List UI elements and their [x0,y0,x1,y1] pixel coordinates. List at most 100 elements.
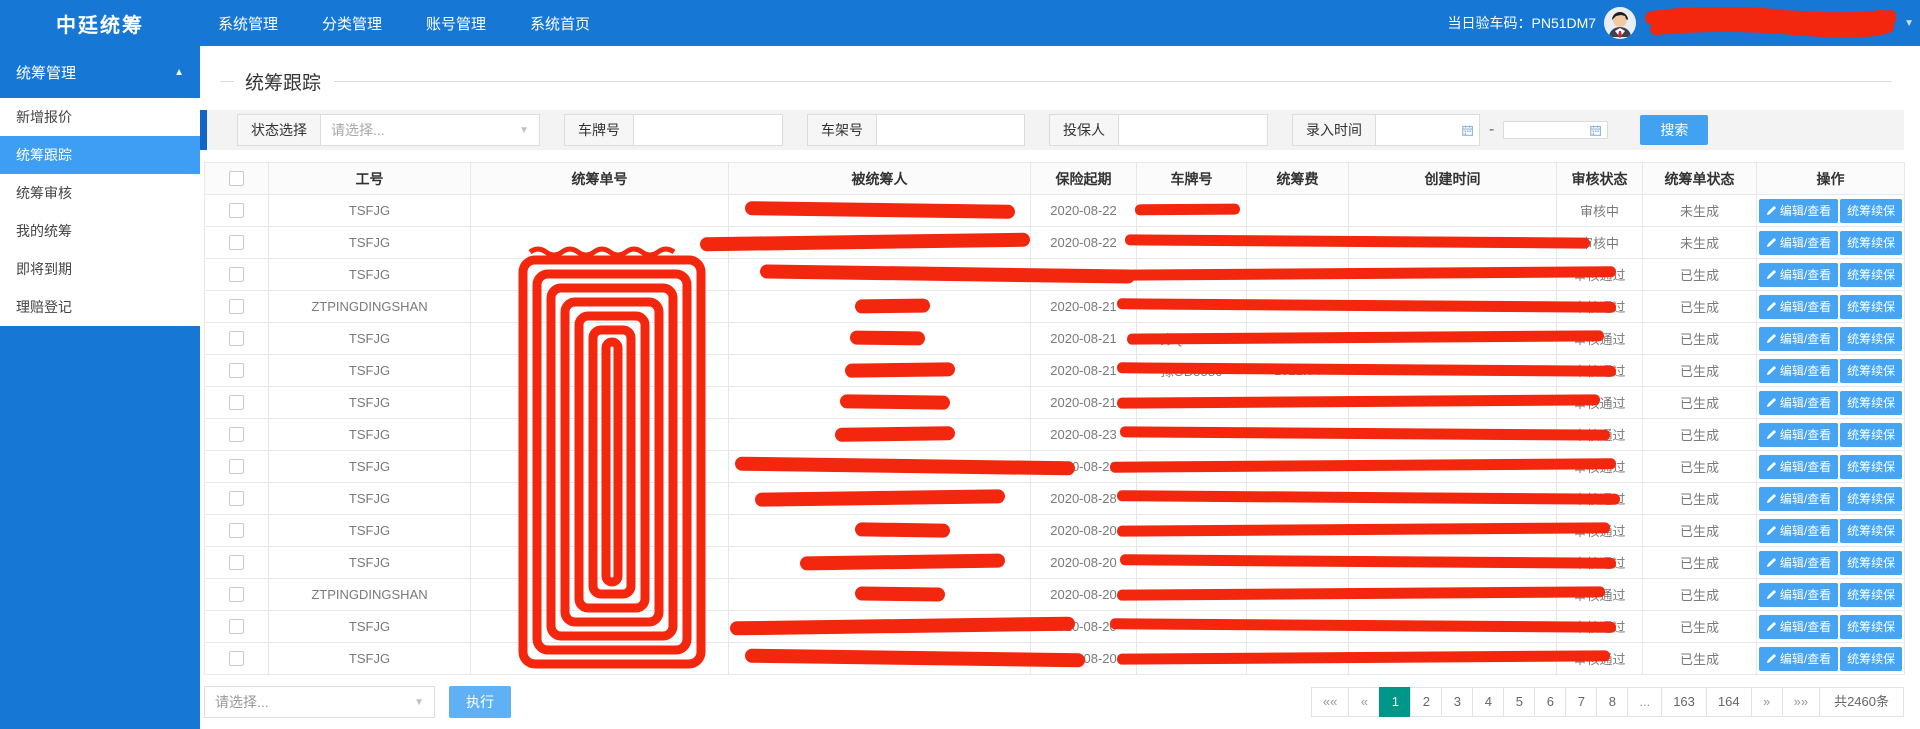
row-checkbox[interactable] [229,619,244,634]
batch-select[interactable]: 请选择... ▼ [204,686,435,718]
top-nav-item[interactable]: 系统管理 [218,13,278,34]
row-checkbox[interactable] [229,587,244,602]
page-button[interactable]: 2 [1410,687,1442,717]
row-checkbox[interactable] [229,267,244,282]
tracking-table-wrap: 工号统筹单号被统筹人保险起期车牌号统筹费创建时间审核状态统筹单状态操作 TSFJ… [204,162,1904,675]
edit-view-button[interactable]: 编辑/查看 [1759,231,1838,255]
edit-view-button[interactable]: 编辑/查看 [1759,519,1838,543]
page-button[interactable]: »» [1782,687,1820,717]
top-nav-item[interactable]: 系统首页 [530,13,590,34]
row-checkbox[interactable] [229,395,244,410]
vin-input[interactable] [877,115,1024,145]
renew-button[interactable]: 统筹续保 [1840,583,1902,607]
user-dropdown-caret-icon[interactable]: ▼ [1904,18,1914,29]
edit-view-button[interactable]: 编辑/查看 [1759,199,1838,223]
calendar-icon[interactable] [1590,124,1601,137]
row-checkbox[interactable] [229,555,244,570]
renew-button[interactable]: 统筹续保 [1840,263,1902,287]
renew-button[interactable]: 统筹续保 [1840,327,1902,351]
user-avatar-icon[interactable] [1604,7,1636,39]
table-cell: TSFJG [269,195,471,227]
table-cell: TSFJG [269,483,471,515]
calendar-icon[interactable] [1462,124,1473,137]
row-checkbox[interactable] [229,203,244,218]
renew-button[interactable]: 统筹续保 [1840,391,1902,415]
row-checkbox[interactable] [229,491,244,506]
sidebar-item[interactable]: 新增报价 [0,98,200,136]
sidebar-item[interactable]: 统筹跟踪 [0,136,200,174]
page-button[interactable]: » [1751,687,1783,717]
page-button[interactable]: ... [1627,687,1662,717]
table-cell [1349,259,1557,291]
top-nav-item[interactable]: 分类管理 [322,13,382,34]
table-cell [729,419,1031,451]
table-cell: 2020-08-20 [1031,547,1137,579]
renew-button[interactable]: 统筹续保 [1840,423,1902,447]
page-button[interactable]: 7 [1565,687,1597,717]
top-nav-item[interactable]: 账号管理 [426,13,486,34]
renew-button[interactable]: 统筹续保 [1840,199,1902,223]
edit-view-button[interactable]: 编辑/查看 [1759,359,1838,383]
page-button[interactable]: 8 [1596,687,1628,717]
execute-button[interactable]: 执行 [449,686,511,718]
page-button[interactable]: 6 [1534,687,1566,717]
row-checkbox[interactable] [229,523,244,538]
edit-view-button[interactable]: 编辑/查看 [1759,391,1838,415]
renew-button[interactable]: 统筹续保 [1840,551,1902,575]
renew-button[interactable]: 统筹续保 [1840,455,1902,479]
renew-button[interactable]: 统筹续保 [1840,359,1902,383]
row-checkbox[interactable] [229,427,244,442]
page-button[interactable]: 4 [1472,687,1504,717]
row-checkbox[interactable] [229,363,244,378]
table-cell [729,451,1031,483]
edit-view-button[interactable]: 编辑/查看 [1759,647,1838,671]
table-cell [1247,259,1349,291]
edit-view-button[interactable]: 编辑/查看 [1759,487,1838,511]
renew-button[interactable]: 统筹续保 [1840,615,1902,639]
renew-button[interactable]: 统筹续保 [1840,487,1902,511]
edit-view-button[interactable]: 编辑/查看 [1759,615,1838,639]
row-checkbox[interactable] [229,299,244,314]
sidebar-group-toggle[interactable]: 统筹管理 ▲ [0,46,200,98]
row-checkbox[interactable] [229,651,244,666]
table-cell [1137,611,1247,643]
status-select[interactable]: 请选择... ▼ [320,114,540,146]
table-cell [471,579,729,611]
sidebar-item[interactable]: 理赔登记 [0,288,200,326]
plate-input[interactable] [634,115,782,145]
edit-view-button[interactable]: 编辑/查看 [1759,327,1838,351]
page-button[interactable]: 164 [1706,687,1752,717]
insured-input[interactable] [1119,115,1267,145]
row-checkbox[interactable] [229,459,244,474]
table-cell: TSFJG [269,515,471,547]
row-checkbox[interactable] [229,331,244,346]
edit-view-button[interactable]: 编辑/查看 [1759,551,1838,575]
table-cell: 已生成 [1643,355,1757,387]
edit-view-button[interactable]: 编辑/查看 [1759,423,1838,447]
select-all-checkbox[interactable] [229,171,244,186]
edit-view-button[interactable]: 编辑/查看 [1759,583,1838,607]
page-button[interactable]: 3 [1441,687,1473,717]
row-checkbox[interactable] [229,235,244,250]
entry-time-to-input[interactable] [1504,122,1590,138]
renew-button[interactable]: 统筹续保 [1840,231,1902,255]
pencil-icon [1766,621,1777,632]
page-button[interactable]: 5 [1503,687,1535,717]
renew-button[interactable]: 统筹续保 [1840,295,1902,319]
sidebar-item[interactable]: 我的统筹 [0,212,200,250]
edit-view-button[interactable]: 编辑/查看 [1759,263,1838,287]
edit-view-button[interactable]: 编辑/查看 [1759,295,1838,319]
renew-button[interactable]: 统筹续保 [1840,519,1902,543]
page-button[interactable]: «« [1311,687,1349,717]
page-button[interactable]: 1 [1379,687,1411,717]
edit-view-button[interactable]: 编辑/查看 [1759,455,1838,479]
page-button[interactable]: « [1348,687,1380,717]
renew-button[interactable]: 统筹续保 [1840,647,1902,671]
sidebar-item[interactable]: 即将到期 [0,250,200,288]
table-cell: 2020-08-21 [1031,291,1137,323]
sidebar-item[interactable]: 统筹审核 [0,174,200,212]
page-button[interactable]: 163 [1661,687,1707,717]
search-button[interactable]: 搜索 [1640,115,1708,145]
entry-time-from-input[interactable] [1376,115,1462,145]
table-cell: 已生成 [1643,483,1757,515]
